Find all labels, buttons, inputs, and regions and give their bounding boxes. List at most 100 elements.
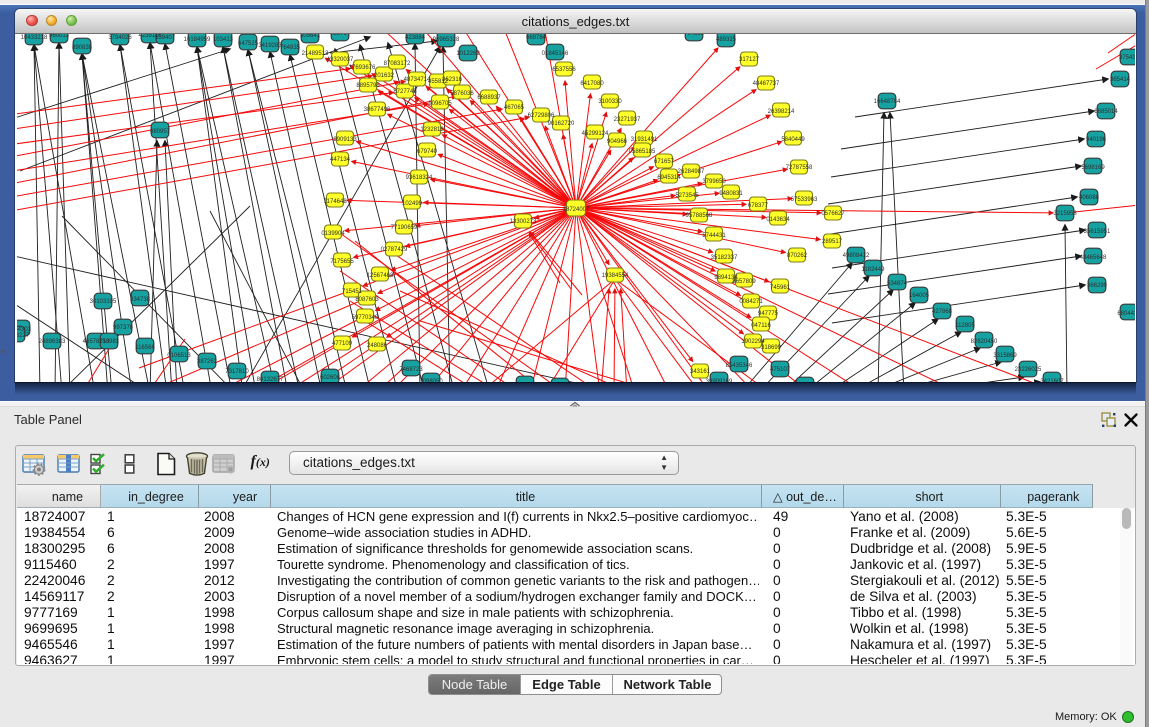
svg-text:11718227: 11718227 — [17, 333, 30, 339]
svg-text:764835: 764835 — [280, 45, 301, 51]
svg-text:05865185: 05865185 — [629, 149, 656, 155]
svg-text:890838: 890838 — [72, 45, 93, 51]
svg-text:0576627: 0576627 — [821, 211, 845, 217]
svg-text:17693676: 17693676 — [349, 65, 376, 71]
svg-text:3421607: 3421607 — [1040, 379, 1064, 383]
svg-text:7468723: 7468723 — [399, 367, 423, 373]
svg-text:289517: 289517 — [822, 239, 843, 245]
svg-text:38677496: 38677496 — [364, 107, 391, 113]
svg-text:150983: 150983 — [99, 339, 120, 345]
svg-text:39909169: 39909169 — [706, 379, 733, 383]
svg-text:62729806: 62729806 — [528, 113, 555, 119]
svg-text:93618324: 93618324 — [406, 175, 433, 181]
svg-text:8087603: 8087603 — [355, 297, 379, 303]
svg-text:375433: 375433 — [1119, 55, 1135, 61]
svg-text:602606: 602606 — [320, 375, 341, 381]
svg-text:343161: 343161 — [690, 369, 711, 375]
svg-text:0139904: 0139904 — [321, 231, 345, 237]
svg-text:3794026: 3794026 — [108, 35, 132, 41]
svg-text:31931491: 31931491 — [631, 137, 658, 143]
svg-text:45299124: 45299124 — [582, 131, 609, 137]
svg-text:95788568: 95788568 — [686, 213, 713, 219]
svg-text:387262: 387262 — [197, 359, 218, 365]
svg-text:13300273: 13300273 — [510, 219, 537, 225]
svg-text:21489513: 21489513 — [302, 51, 329, 57]
svg-text:248086: 248086 — [367, 343, 388, 349]
svg-text:669784: 669784 — [526, 35, 547, 41]
svg-text:7317810: 7317810 — [225, 369, 249, 375]
svg-text:6417080: 6417080 — [580, 81, 604, 87]
svg-text:18724007: 18724007 — [563, 207, 590, 213]
svg-text:870262: 870262 — [787, 253, 808, 259]
svg-text:671657: 671657 — [654, 159, 675, 165]
svg-text:26284987: 26284987 — [678, 169, 705, 175]
svg-text:3215958: 3215958 — [1053, 211, 1077, 217]
svg-text:01845146: 01845146 — [542, 51, 569, 57]
svg-text:102499: 102499 — [402, 201, 423, 207]
svg-text:365414: 365414 — [1110, 77, 1131, 83]
svg-text:317127: 317127 — [739, 57, 760, 63]
svg-text:3799650: 3799650 — [702, 179, 726, 185]
svg-text:0084271: 0084271 — [739, 299, 763, 305]
svg-text:85435346: 85435346 — [726, 363, 753, 369]
svg-text:5744431: 5744431 — [702, 233, 726, 239]
svg-text:23271937: 23271937 — [614, 117, 641, 123]
svg-text:534874: 534874 — [887, 281, 908, 287]
svg-text:96965328: 96965328 — [433, 37, 460, 43]
svg-text:489325: 489325 — [716, 37, 737, 43]
svg-text:047116: 047116 — [751, 323, 771, 329]
svg-text:1182449: 1182449 — [862, 267, 886, 273]
svg-text:80132677: 80132677 — [257, 377, 284, 383]
svg-text:9909133: 9909133 — [333, 137, 357, 143]
svg-text:90162720: 90162720 — [548, 121, 575, 127]
svg-text:5273545: 5273545 — [675, 193, 699, 199]
svg-text:997376: 997376 — [113, 325, 134, 331]
svg-text:77190659: 77190659 — [391, 225, 418, 231]
svg-text:904966: 904966 — [607, 139, 628, 145]
svg-text:116566: 116566 — [135, 345, 155, 351]
svg-text:16184959: 16184959 — [184, 37, 211, 43]
svg-text:679740: 679740 — [417, 149, 438, 155]
svg-text:19384554: 19384554 — [602, 273, 629, 279]
svg-text:467065: 467065 — [504, 105, 525, 111]
svg-text:477109: 477109 — [332, 341, 353, 347]
svg-text:447134: 447134 — [330, 157, 351, 163]
svg-text:12567468: 12567468 — [367, 273, 394, 279]
svg-text:704828: 704828 — [684, 34, 705, 37]
svg-text:48465648: 48465648 — [1080, 255, 1107, 261]
svg-text:8727743: 8727743 — [393, 89, 417, 95]
svg-text:48467737: 48467737 — [753, 81, 780, 87]
svg-text:475107: 475107 — [770, 367, 791, 373]
svg-text:16648784: 16648784 — [874, 99, 901, 105]
svg-text:305641: 305641 — [300, 34, 321, 39]
svg-text:953767: 953767 — [330, 34, 351, 37]
svg-text:6688937: 6688937 — [477, 95, 501, 101]
svg-text:678377: 678377 — [748, 203, 769, 209]
svg-text:9096705: 9096705 — [428, 101, 452, 107]
svg-text:5876036: 5876036 — [450, 91, 474, 97]
svg-text:427868: 427868 — [932, 309, 953, 315]
svg-text:49808412: 49808412 — [843, 253, 870, 259]
svg-text:7175655: 7175655 — [330, 259, 354, 265]
svg-text:02787429: 02787429 — [381, 247, 408, 253]
svg-text:82620450: 82620450 — [971, 339, 998, 345]
svg-text:318699: 318699 — [761, 345, 782, 351]
svg-text:406088: 406088 — [1079, 195, 1100, 201]
svg-text:715451: 715451 — [342, 289, 363, 295]
svg-text:87083172: 87083172 — [384, 61, 411, 67]
svg-text:3419283: 3419283 — [258, 43, 282, 49]
svg-text:8895798: 8895798 — [356, 83, 380, 89]
svg-text:23226025: 23226025 — [1015, 367, 1042, 373]
svg-text:880957: 880957 — [150, 129, 171, 135]
svg-text:1232812: 1232812 — [420, 127, 444, 133]
svg-text:6804436: 6804436 — [1117, 311, 1134, 317]
svg-text:112805: 112805 — [955, 323, 975, 329]
svg-text:201632: 201632 — [374, 73, 395, 79]
svg-text:6945314: 6945314 — [657, 175, 681, 181]
svg-text:35615951: 35615951 — [1084, 229, 1111, 235]
svg-text:940196: 940196 — [1086, 137, 1107, 143]
svg-text:362316: 362316 — [442, 77, 463, 83]
svg-text:366299: 366299 — [1087, 283, 1108, 289]
svg-text:6537556: 6537556 — [552, 67, 576, 73]
svg-text:7174648: 7174648 — [323, 199, 347, 205]
